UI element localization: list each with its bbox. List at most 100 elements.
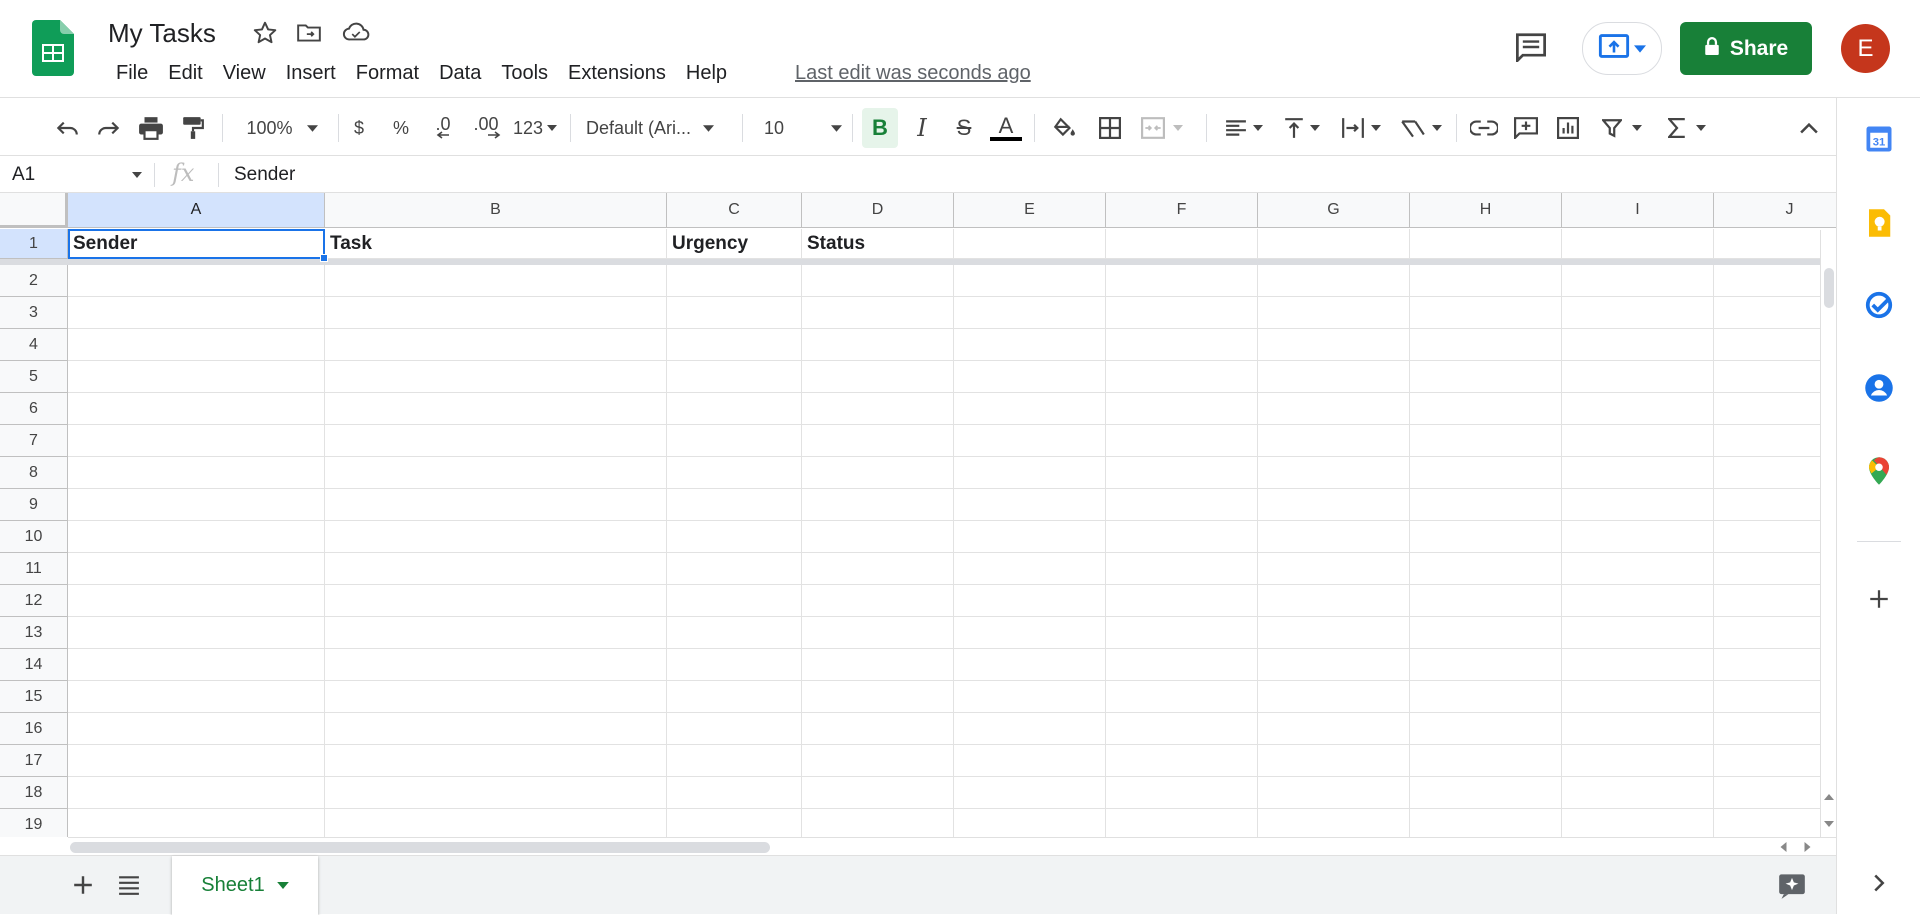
cell-j14[interactable] (1714, 649, 1836, 681)
cell-c17[interactable] (667, 745, 802, 777)
cell-h3[interactable] (1410, 297, 1562, 329)
menu-data[interactable]: Data (429, 60, 491, 88)
cell-c1[interactable]: Urgency (667, 229, 802, 259)
cell-i10[interactable] (1562, 521, 1714, 553)
cell-c11[interactable] (667, 553, 802, 585)
cell-g18[interactable] (1258, 777, 1410, 809)
row-header-18[interactable]: 18 (0, 777, 68, 809)
add-sheet-icon[interactable] (72, 874, 94, 901)
row-header-15[interactable]: 15 (0, 681, 68, 713)
vertical-scroll-thumb[interactable] (1824, 268, 1834, 308)
vertical-scrollbar[interactable] (1820, 230, 1836, 837)
cell-a12[interactable] (68, 585, 325, 617)
cell-e19[interactable] (954, 809, 1106, 837)
cell-i6[interactable] (1562, 393, 1714, 425)
move-folder-icon[interactable] (296, 20, 322, 46)
text-rotation-icon[interactable] (1396, 112, 1446, 144)
cell-d18[interactable] (802, 777, 954, 809)
menu-help[interactable]: Help (676, 60, 737, 88)
cell-e6[interactable] (954, 393, 1106, 425)
column-header-j[interactable]: J (1714, 193, 1836, 228)
cell-g16[interactable] (1258, 713, 1410, 745)
cell-h4[interactable] (1410, 329, 1562, 361)
menu-edit[interactable]: Edit (158, 60, 212, 88)
row-header-16[interactable]: 16 (0, 713, 68, 745)
cell-b8[interactable] (325, 457, 667, 489)
expand-panel-icon[interactable] (1864, 868, 1894, 898)
cell-f9[interactable] (1106, 489, 1258, 521)
cell-f2[interactable] (1106, 265, 1258, 297)
cell-a18[interactable] (68, 777, 325, 809)
column-header-g[interactable]: G (1258, 193, 1410, 228)
cell-i17[interactable] (1562, 745, 1714, 777)
cell-g1[interactable] (1258, 229, 1410, 259)
select-all-corner[interactable] (0, 193, 68, 228)
italic-button[interactable]: I (904, 112, 940, 144)
cell-c18[interactable] (667, 777, 802, 809)
cell-h7[interactable] (1410, 425, 1562, 457)
format-currency-button[interactable]: $ (344, 112, 374, 144)
row-header-9[interactable]: 9 (0, 489, 68, 521)
cell-c7[interactable] (667, 425, 802, 457)
more-formats-button[interactable]: 123 (510, 112, 560, 144)
text-wrapping-icon[interactable] (1336, 112, 1386, 144)
cell-i2[interactable] (1562, 265, 1714, 297)
cell-a13[interactable] (68, 617, 325, 649)
cell-g6[interactable] (1258, 393, 1410, 425)
cell-i9[interactable] (1562, 489, 1714, 521)
cell-e16[interactable] (954, 713, 1106, 745)
cell-a8[interactable] (68, 457, 325, 489)
cell-g15[interactable] (1258, 681, 1410, 713)
cell-f13[interactable] (1106, 617, 1258, 649)
cell-b14[interactable] (325, 649, 667, 681)
chevron-down-icon[interactable] (132, 172, 142, 178)
row-header-8[interactable]: 8 (0, 457, 68, 489)
hide-menus-icon[interactable] (1794, 112, 1824, 144)
merge-cells-icon[interactable] (1136, 112, 1188, 144)
cell-d5[interactable] (802, 361, 954, 393)
cell-g7[interactable] (1258, 425, 1410, 457)
cell-h15[interactable] (1410, 681, 1562, 713)
cell-c19[interactable] (667, 809, 802, 837)
column-header-e[interactable]: E (954, 193, 1106, 228)
sheets-logo-icon[interactable] (32, 20, 74, 76)
cell-a5[interactable] (68, 361, 325, 393)
cell-d10[interactable] (802, 521, 954, 553)
row-header-12[interactable]: 12 (0, 585, 68, 617)
maps-icon[interactable] (1864, 456, 1894, 486)
cell-c15[interactable] (667, 681, 802, 713)
cell-j8[interactable] (1714, 457, 1836, 489)
cell-h13[interactable] (1410, 617, 1562, 649)
cell-a4[interactable] (68, 329, 325, 361)
cell-g4[interactable] (1258, 329, 1410, 361)
cell-g17[interactable] (1258, 745, 1410, 777)
cell-c4[interactable] (667, 329, 802, 361)
cell-i14[interactable] (1562, 649, 1714, 681)
cell-b18[interactable] (325, 777, 667, 809)
cell-b16[interactable] (325, 713, 667, 745)
cell-e11[interactable] (954, 553, 1106, 585)
font-family-select[interactable]: Default (Ari... (586, 112, 732, 144)
cell-a3[interactable] (68, 297, 325, 329)
frozen-row-divider[interactable] (0, 259, 1820, 265)
format-percent-button[interactable]: % (386, 112, 416, 144)
cell-g12[interactable] (1258, 585, 1410, 617)
cell-g10[interactable] (1258, 521, 1410, 553)
cell-f19[interactable] (1106, 809, 1258, 837)
cell-j3[interactable] (1714, 297, 1836, 329)
cell-h12[interactable] (1410, 585, 1562, 617)
cell-j13[interactable] (1714, 617, 1836, 649)
cell-h9[interactable] (1410, 489, 1562, 521)
insert-chart-icon[interactable] (1550, 112, 1586, 144)
cell-e8[interactable] (954, 457, 1106, 489)
cell-g14[interactable] (1258, 649, 1410, 681)
cell-h11[interactable] (1410, 553, 1562, 585)
cell-c3[interactable] (667, 297, 802, 329)
cell-j7[interactable] (1714, 425, 1836, 457)
column-header-f[interactable]: F (1106, 193, 1258, 228)
column-header-a[interactable]: A (68, 193, 325, 228)
column-header-h[interactable]: H (1410, 193, 1562, 228)
insert-link-icon[interactable] (1466, 112, 1502, 144)
row-header-19[interactable]: 19 (0, 809, 68, 837)
cell-b19[interactable] (325, 809, 667, 837)
